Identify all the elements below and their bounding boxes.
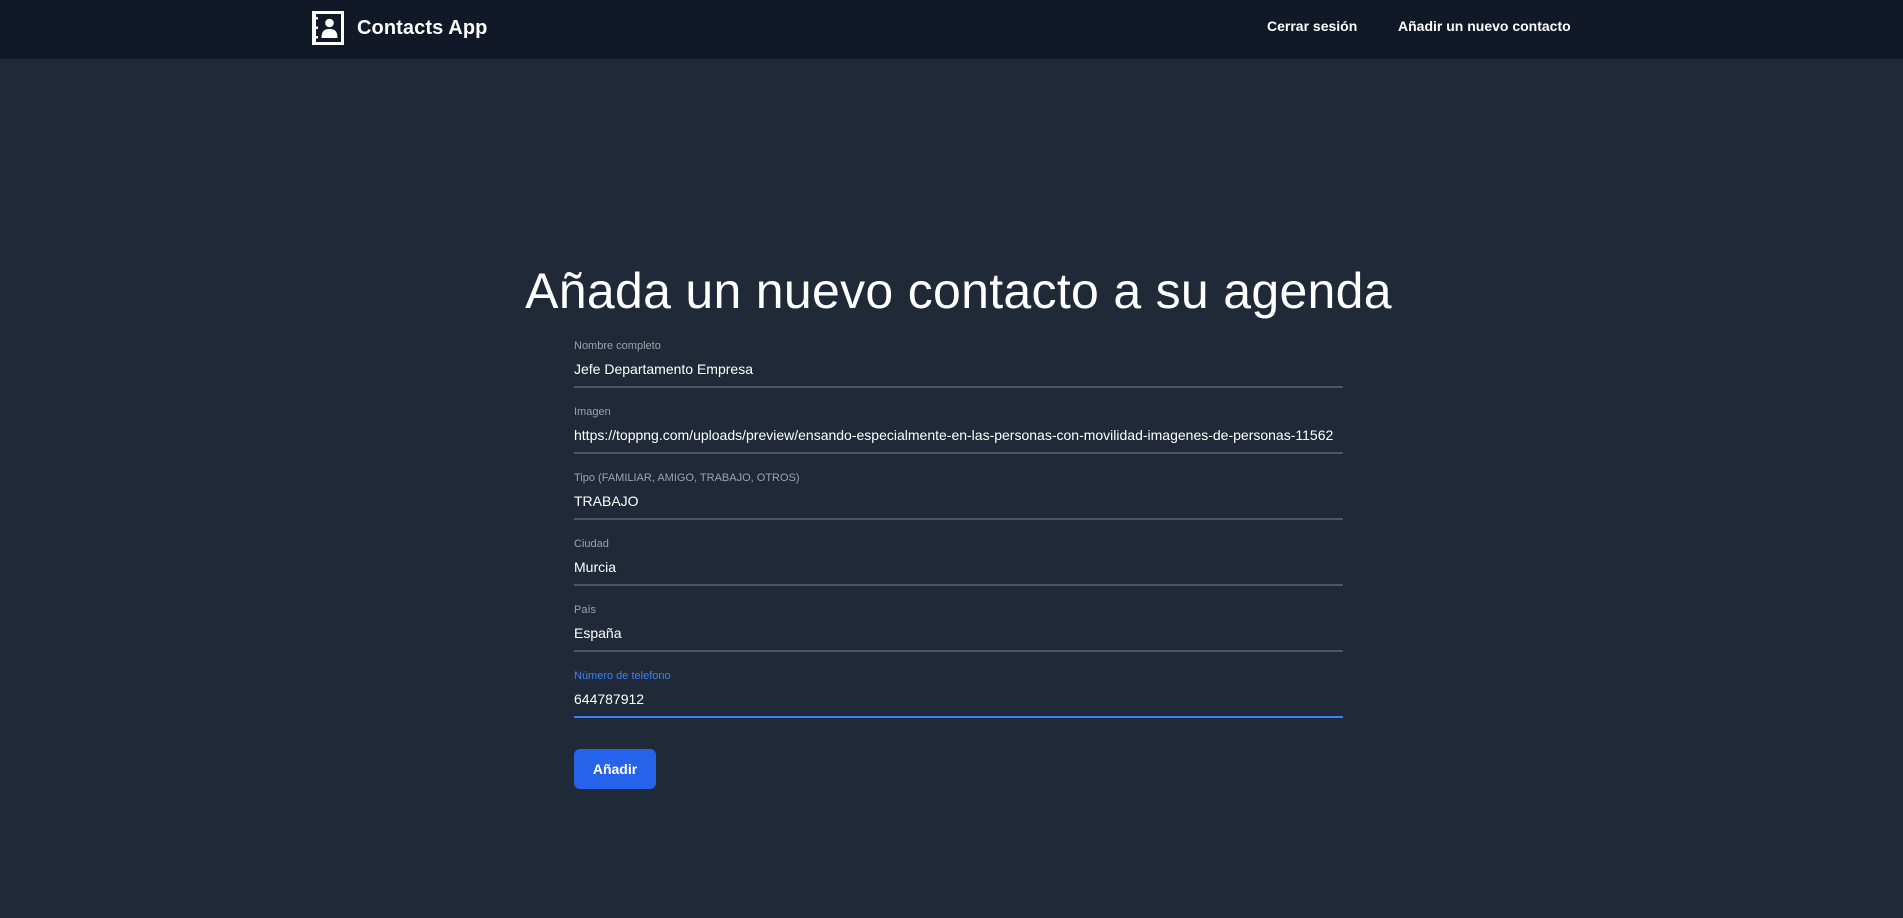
type-label: Tipo (FAMILIAR, AMIGO, TRABAJO, OTROS): [574, 472, 800, 484]
image-field: Imagen: [574, 406, 1343, 462]
add-button[interactable]: Añadir: [574, 749, 656, 789]
city-label: Ciudad: [574, 538, 609, 550]
page-title: Añada un nuevo contacto a su agenda: [525, 263, 1392, 319]
country-field: País: [574, 604, 1343, 660]
full-name-label: Nombre completo: [574, 340, 661, 352]
city-input[interactable]: [574, 556, 1343, 586]
type-input[interactable]: [574, 490, 1343, 520]
phone-label: Número de telefono: [574, 670, 671, 682]
full-name-field: Nombre completo: [574, 340, 1343, 396]
full-name-input[interactable]: [574, 358, 1343, 388]
navbar: Contacts App Cerrar sesión Añadir un nue…: [0, 0, 1903, 58]
logout-link[interactable]: Cerrar sesión: [1267, 18, 1357, 34]
nav-links: Cerrar sesión Añadir un nuevo contacto: [0, 18, 1903, 38]
image-label: Imagen: [574, 406, 611, 418]
image-url-input[interactable]: [574, 424, 1343, 454]
country-input[interactable]: [574, 622, 1343, 652]
add-contact-link[interactable]: Añadir un nuevo contacto: [1398, 18, 1571, 34]
country-label: País: [574, 604, 597, 616]
phone-field: Número de telefono: [574, 670, 1343, 726]
type-field: Tipo (FAMILIAR, AMIGO, TRABAJO, OTROS): [574, 472, 1343, 528]
city-field: Ciudad: [574, 538, 1343, 594]
phone-input[interactable]: [574, 688, 1343, 718]
